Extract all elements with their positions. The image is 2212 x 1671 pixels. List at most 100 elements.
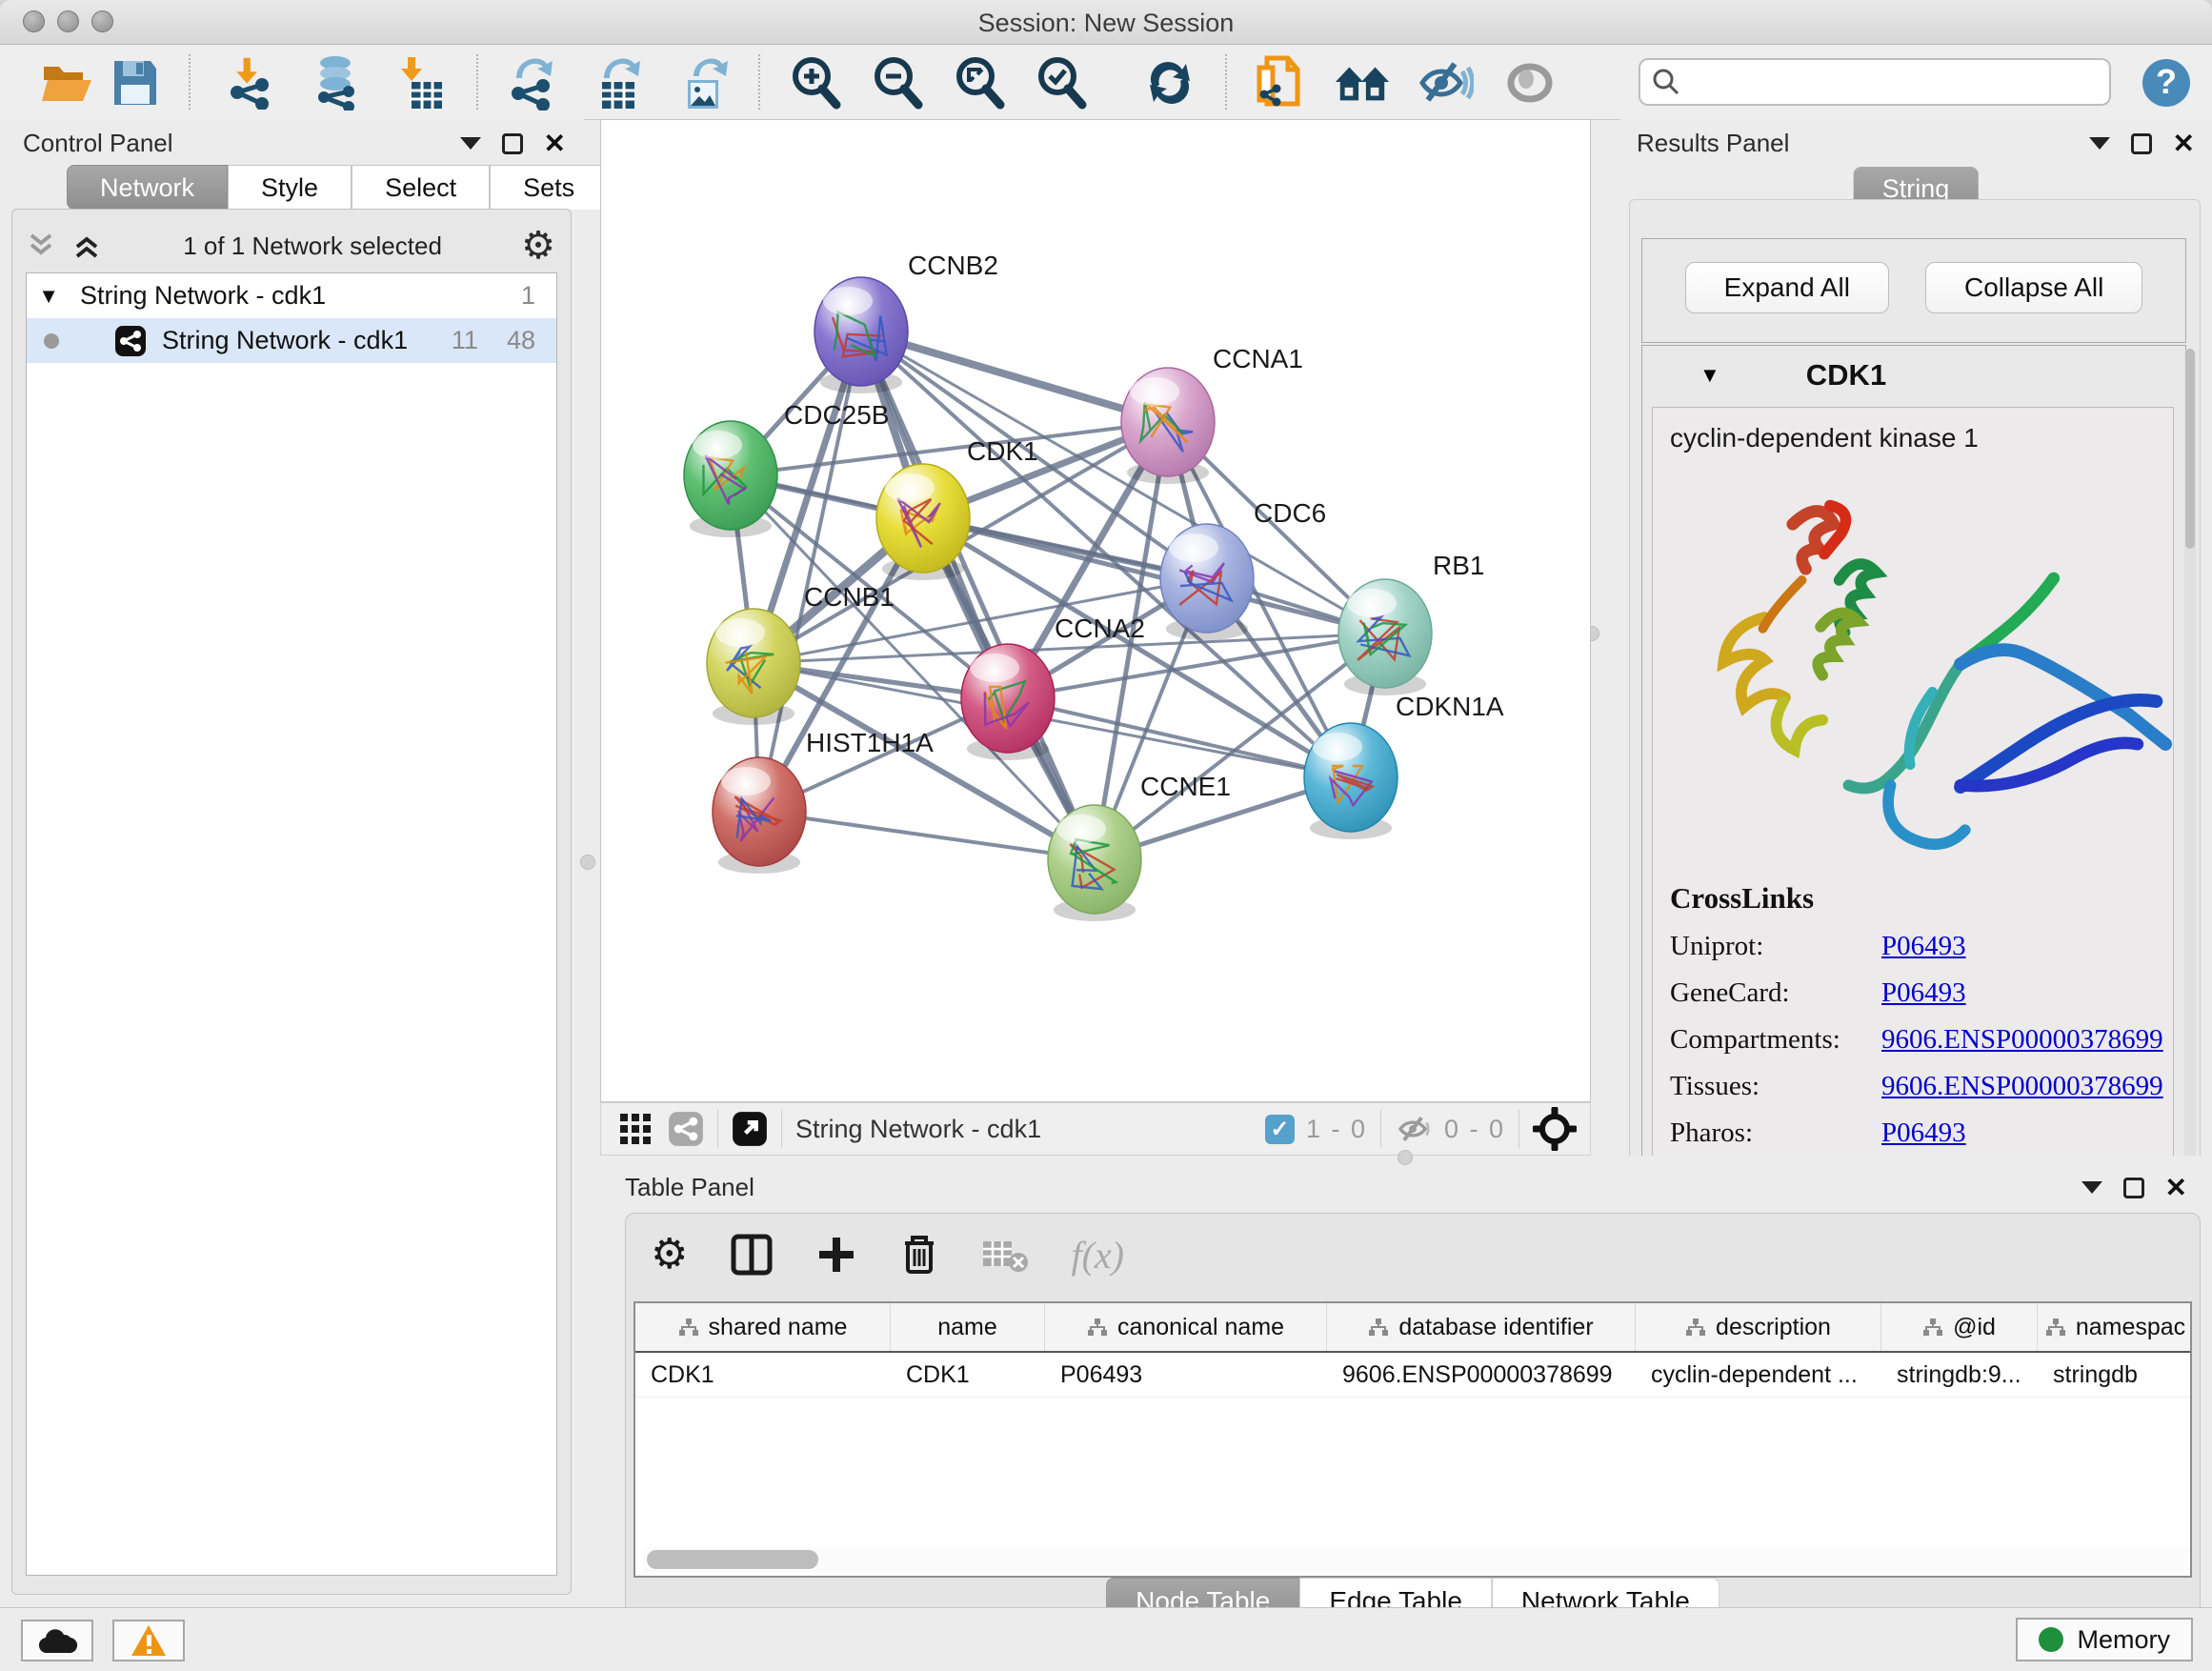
cloud-status-button[interactable] xyxy=(21,1620,93,1661)
string-import-button[interactable] xyxy=(1250,56,1307,110)
table-cell[interactable]: CDK1 xyxy=(635,1353,891,1397)
control-panel-close-icon[interactable]: ✕ xyxy=(544,131,566,157)
graph-node-CCNA2[interactable] xyxy=(961,644,1055,760)
network-row-selected[interactable]: String Network - cdk1 11 48 xyxy=(27,318,556,363)
table-cell[interactable]: cyclin-dependent ... xyxy=(1636,1353,1881,1397)
refresh-button[interactable] xyxy=(1141,56,1198,110)
crosslink-link[interactable]: 9606.ENSP00000378699 xyxy=(1881,1024,2163,1056)
collection-expander-icon[interactable]: ▼ xyxy=(27,284,59,309)
export-table-button[interactable] xyxy=(589,56,646,110)
zoom-in-button[interactable] xyxy=(787,56,844,110)
import-table-file-button[interactable] xyxy=(392,56,450,110)
table-cell[interactable]: stringdb:9... xyxy=(1881,1353,2038,1397)
gear-icon[interactable]: ⚙ xyxy=(521,227,555,265)
table-cell[interactable]: stringdb xyxy=(2038,1353,2192,1397)
column-header-shared-name[interactable]: shared name xyxy=(635,1303,891,1351)
delete-column-trash-icon[interactable] xyxy=(899,1232,939,1278)
table-cell[interactable]: CDK1 xyxy=(891,1353,1045,1397)
graph-node-label-RB1: RB1 xyxy=(1433,551,1484,580)
graph-node-CCNB1[interactable] xyxy=(707,609,800,725)
enrichment-hide-button[interactable] xyxy=(1418,56,1475,110)
graph-node-label-CDC6: CDC6 xyxy=(1254,498,1326,528)
crosslink-link[interactable]: P06493 xyxy=(1881,977,1966,1009)
save-session-button[interactable] xyxy=(107,56,164,110)
delete-table-icon[interactable] xyxy=(981,1236,1029,1274)
collapse-all-icon[interactable] xyxy=(26,232,58,260)
graph-node-CDK1[interactable] xyxy=(876,464,970,580)
add-column-icon[interactable] xyxy=(815,1234,857,1276)
zoom-fit-button[interactable] xyxy=(951,56,1008,110)
entry-expander-icon[interactable]: ▼ xyxy=(1699,363,1720,388)
graph-node-CDC6[interactable] xyxy=(1160,524,1254,640)
export-network-button[interactable] xyxy=(503,56,560,110)
table-panel-menu-icon[interactable] xyxy=(2081,1181,2102,1194)
grid-view-icon[interactable] xyxy=(616,1110,654,1148)
crosslink-link[interactable]: P06493 xyxy=(1881,1117,1966,1149)
current-network-dot-icon xyxy=(27,333,76,349)
network-view-icon[interactable] xyxy=(668,1111,704,1147)
tab-select[interactable]: Select xyxy=(352,165,490,210)
detach-view-icon[interactable] xyxy=(732,1111,768,1147)
string-home-button[interactable] xyxy=(1334,56,1391,110)
crosslink-link[interactable]: P06493 xyxy=(1881,931,1966,962)
left-splitter-handle[interactable] xyxy=(580,855,595,870)
export-image-button[interactable] xyxy=(674,56,732,110)
open-session-button[interactable] xyxy=(38,56,95,110)
table-hscrollbar[interactable] xyxy=(643,1547,2192,1572)
search-input[interactable] xyxy=(1680,67,2084,98)
selected-counts: 1 - 0 xyxy=(1306,1115,1367,1144)
hidden-eye-slash-icon[interactable] xyxy=(1395,1113,1435,1145)
graph-node-RB1[interactable] xyxy=(1338,579,1432,695)
table-panel-close-icon[interactable]: ✕ xyxy=(2165,1175,2187,1201)
selected-nodes-checkbox[interactable]: ✓ xyxy=(1265,1115,1295,1144)
toolbar-separator xyxy=(1225,54,1227,110)
column-header-name[interactable]: name xyxy=(891,1303,1045,1351)
zoom-out-button[interactable] xyxy=(869,56,926,110)
eye-button[interactable] xyxy=(1501,56,1558,110)
graph-node-CDC25B[interactable] xyxy=(684,421,777,537)
graph-node-CCNB2[interactable] xyxy=(814,277,908,393)
tab-network[interactable]: Network xyxy=(67,165,228,210)
expand-all-button[interactable]: Expand All xyxy=(1685,262,1889,313)
column-header-database-identifier[interactable]: database identifier xyxy=(1327,1303,1636,1351)
column-header-canonical-name[interactable]: canonical name xyxy=(1045,1303,1327,1351)
graph-node-CDKN1A[interactable] xyxy=(1304,723,1398,839)
table-cell[interactable]: 9606.ENSP00000378699 xyxy=(1327,1353,1636,1397)
help-button[interactable]: ? xyxy=(2138,56,2195,110)
results-panel-menu-icon[interactable] xyxy=(2089,137,2110,150)
tab-style[interactable]: Style xyxy=(228,165,352,210)
results-scrollbar[interactable] xyxy=(2184,349,2196,1235)
control-panel-float-icon[interactable] xyxy=(502,133,523,154)
results-panel-float-icon[interactable] xyxy=(2131,133,2152,154)
graph-node-CCNA1[interactable] xyxy=(1121,368,1215,484)
function-builder-icon[interactable]: f(x) xyxy=(1071,1233,1124,1278)
network-tree: ▼ String Network - cdk1 1 String Network… xyxy=(26,272,557,1576)
import-network-database-button[interactable] xyxy=(307,56,364,110)
expand-all-icon[interactable] xyxy=(71,232,104,260)
column-header-@id[interactable]: @id xyxy=(1881,1303,2038,1351)
memory-button[interactable]: Memory xyxy=(2016,1618,2193,1661)
crosslink-link[interactable]: 9606.ENSP00000378699 xyxy=(1881,1071,2163,1102)
table-options-gear-icon[interactable]: ⚙ xyxy=(651,1234,688,1276)
collapse-all-button[interactable]: Collapse All xyxy=(1925,262,2142,313)
import-network-file-button[interactable] xyxy=(221,56,278,110)
birds-eye-icon[interactable] xyxy=(1533,1107,1577,1151)
control-panel: Control Panel ✕ Network Style Select Set… xyxy=(0,119,584,1608)
show-columns-icon[interactable] xyxy=(730,1233,774,1277)
tab-sets[interactable]: Sets xyxy=(490,165,608,210)
table-cell[interactable]: P06493 xyxy=(1045,1353,1327,1397)
results-panel-close-icon[interactable]: ✕ xyxy=(2173,131,2195,157)
control-panel-menu-icon[interactable] xyxy=(460,137,481,150)
column-header-namespac[interactable]: namespac xyxy=(2038,1303,2192,1351)
table-row[interactable]: CDK1CDK1P064939606.ENSP00000378699cyclin… xyxy=(635,1353,2190,1398)
column-header-description[interactable]: description xyxy=(1636,1303,1881,1351)
network-collection-row[interactable]: ▼ String Network - cdk1 1 xyxy=(27,273,556,318)
bottom-splitter-handle[interactable] xyxy=(1398,1150,1413,1165)
zoom-selected-button[interactable] xyxy=(1033,56,1090,110)
warnings-button[interactable] xyxy=(112,1620,185,1661)
node-entry-box: ▼ CDK1 cyclin-dependent kinase 1 xyxy=(1641,345,2186,1240)
table-panel-float-icon[interactable] xyxy=(2123,1178,2144,1198)
graph-node-HIST1H1A[interactable] xyxy=(713,757,806,874)
network-view-canvas[interactable]: CCNB2CCNA1CDC25BCDK1CDC6RB1CCNB1CCNA2CDK… xyxy=(600,119,1591,1102)
graph-node-CCNE1[interactable] xyxy=(1048,805,1141,921)
